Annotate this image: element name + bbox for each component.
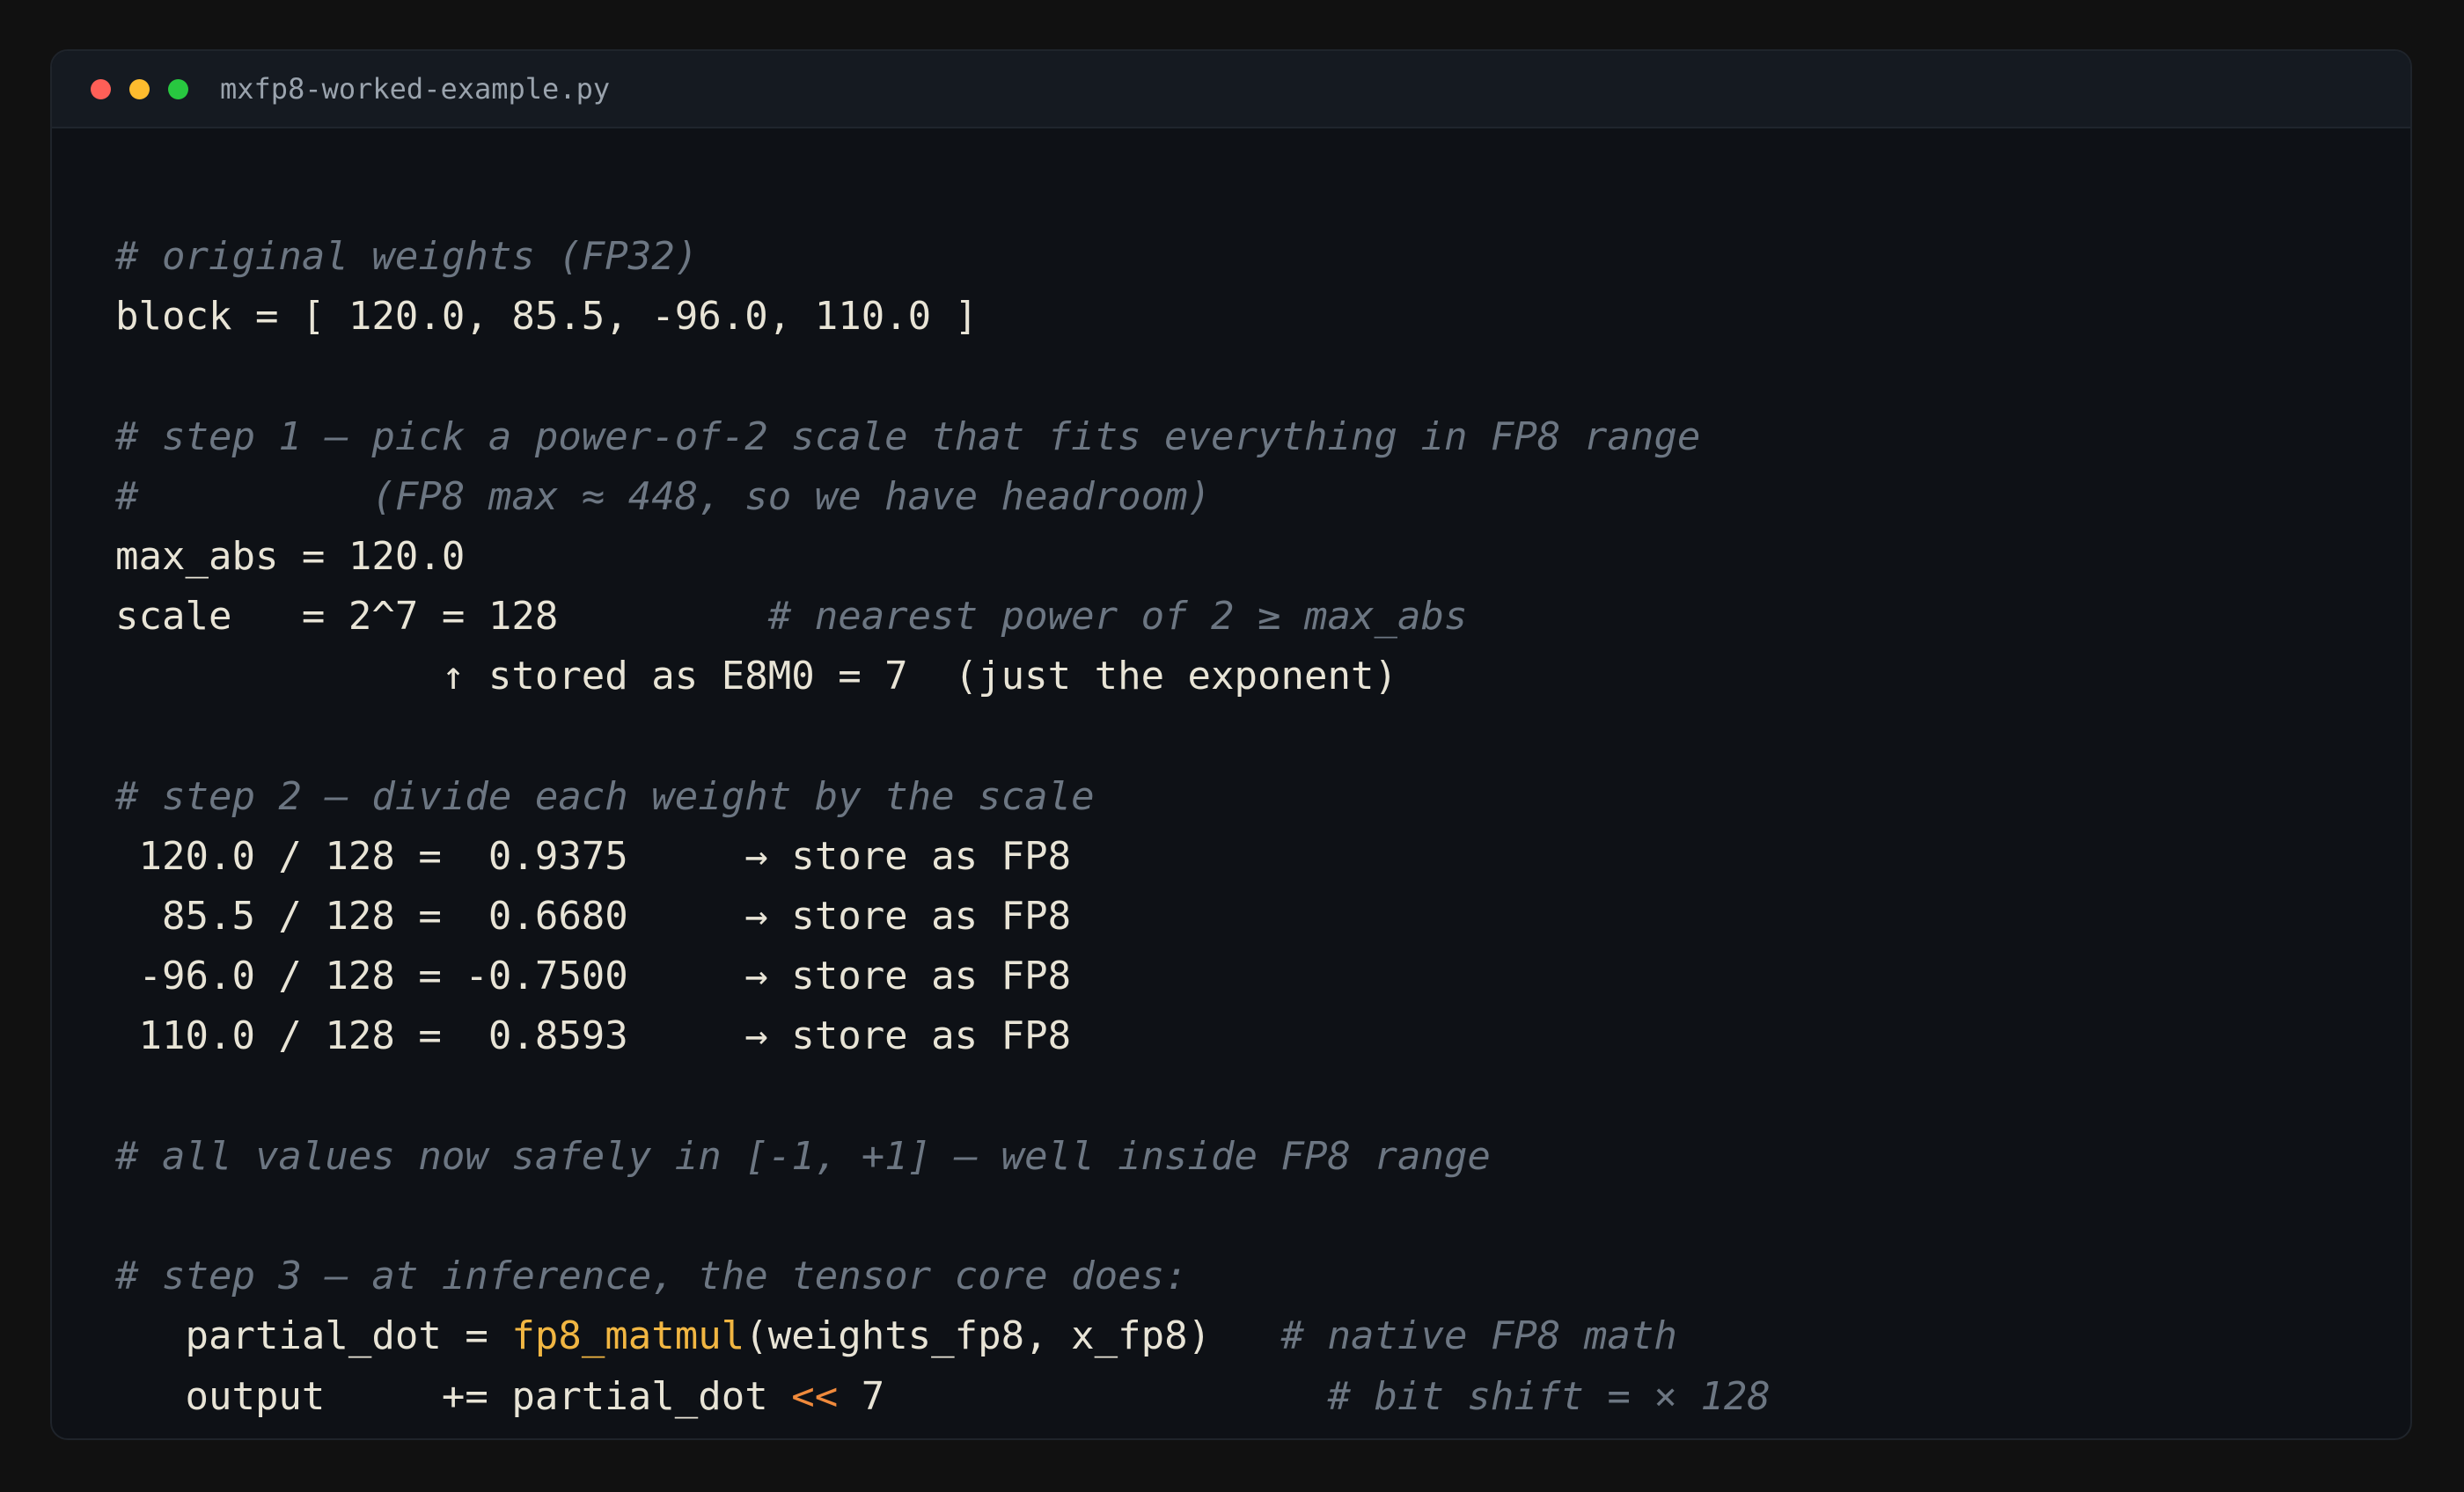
minimize-window-button[interactable] — [129, 78, 150, 99]
file-name: mxfp8-worked-example.py — [220, 72, 611, 106]
code-line: block = [ 120.0, 85.5, -96.0, 110.0 ] — [115, 287, 1771, 347]
code-comment: # step 3 — at inference, the tensor core… — [115, 1254, 1188, 1299]
code-line: -96.0 / 128 = -0.7500 → store as FP8 — [115, 947, 1771, 1006]
code-comment: # native FP8 math — [1280, 1313, 1677, 1359]
code-text: block = [ 120.0, 85.5, -96.0, 110.0 ] — [115, 294, 979, 340]
code-text: 120.0 / 128 = 0.9375 → store as FP8 — [115, 833, 1072, 879]
code-line: 110.0 / 128 = 0.8593 → store as FP8 — [115, 1006, 1771, 1066]
code-text: max_abs = 120.0 — [115, 533, 466, 579]
code-line: partial_dot = fp8_matmul(weights_fp8, x_… — [115, 1306, 1771, 1366]
code-text: partial_dot = — [115, 1313, 512, 1359]
code-comment: # step 2 — divide each weight by the sca… — [115, 773, 1095, 819]
title-bar: mxfp8-worked-example.py — [52, 51, 2410, 128]
code-operator: << — [791, 1373, 839, 1419]
code-comment: # (FP8 max ≈ 448, so we have headroom) — [115, 473, 1212, 519]
close-window-button[interactable] — [91, 78, 111, 99]
code-text: output += partial_dot — [115, 1373, 792, 1419]
code-line: scale = 2^7 = 128 # nearest power of 2 ≥… — [115, 587, 1771, 647]
code-line: output += partial_dot << 7 # bit shift =… — [115, 1367, 1771, 1427]
code-comment: # nearest power of 2 ≥ max_abs — [767, 594, 1468, 640]
code-comment: # all values now safely in [-1, +1] — we… — [115, 1133, 1491, 1179]
code-line: 85.5 / 128 = 0.6680 → store as FP8 — [115, 887, 1771, 947]
code-comment: # bit shift = × 128 — [1327, 1373, 1771, 1419]
code-text: -96.0 / 128 = -0.7500 → store as FP8 — [115, 954, 1072, 999]
code-text: 110.0 / 128 = 0.8593 → store as FP8 — [115, 1013, 1072, 1059]
code-line: # step 2 — divide each weight by the sca… — [115, 767, 1771, 827]
maximize-window-button[interactable] — [168, 78, 188, 99]
code-text: scale = 2^7 = 128 — [115, 594, 768, 640]
code-line: max_abs = 120.0 — [115, 527, 1771, 587]
code-line: # step 1 — pick a power-of-2 scale that … — [115, 407, 1771, 467]
code-function-name: fp8_matmul — [511, 1313, 745, 1359]
code-line: # all values now safely in [-1, +1] — we… — [115, 1127, 1771, 1187]
code-comment: # original weights (FP32) — [115, 234, 699, 279]
code-comment: # step 1 — pick a power-of-2 scale that … — [115, 413, 1701, 459]
code-line: # original weights (FP32) — [115, 227, 1771, 287]
code-text: 7 — [838, 1373, 1328, 1419]
editor-window: mxfp8-worked-example.py # original weigh… — [50, 49, 2412, 1440]
code-line: # step 3 — at inference, the tensor core… — [115, 1247, 1771, 1306]
code-text: (weights_fp8, x_fp8) — [744, 1313, 1281, 1359]
code-text: ↑ stored as E8M0 = 7 (just the exponent) — [115, 654, 1397, 699]
code-text: 85.5 / 128 = 0.6680 → store as FP8 — [115, 894, 1072, 940]
code-line: # (FP8 max ≈ 448, so we have headroom) — [115, 467, 1771, 527]
code-block: # original weights (FP32) block = [ 120.0… — [115, 227, 1771, 1427]
code-line: 120.0 / 128 = 0.9375 → store as FP8 — [115, 827, 1771, 887]
code-line: ↑ stored as E8M0 = 7 (just the exponent) — [115, 647, 1771, 706]
